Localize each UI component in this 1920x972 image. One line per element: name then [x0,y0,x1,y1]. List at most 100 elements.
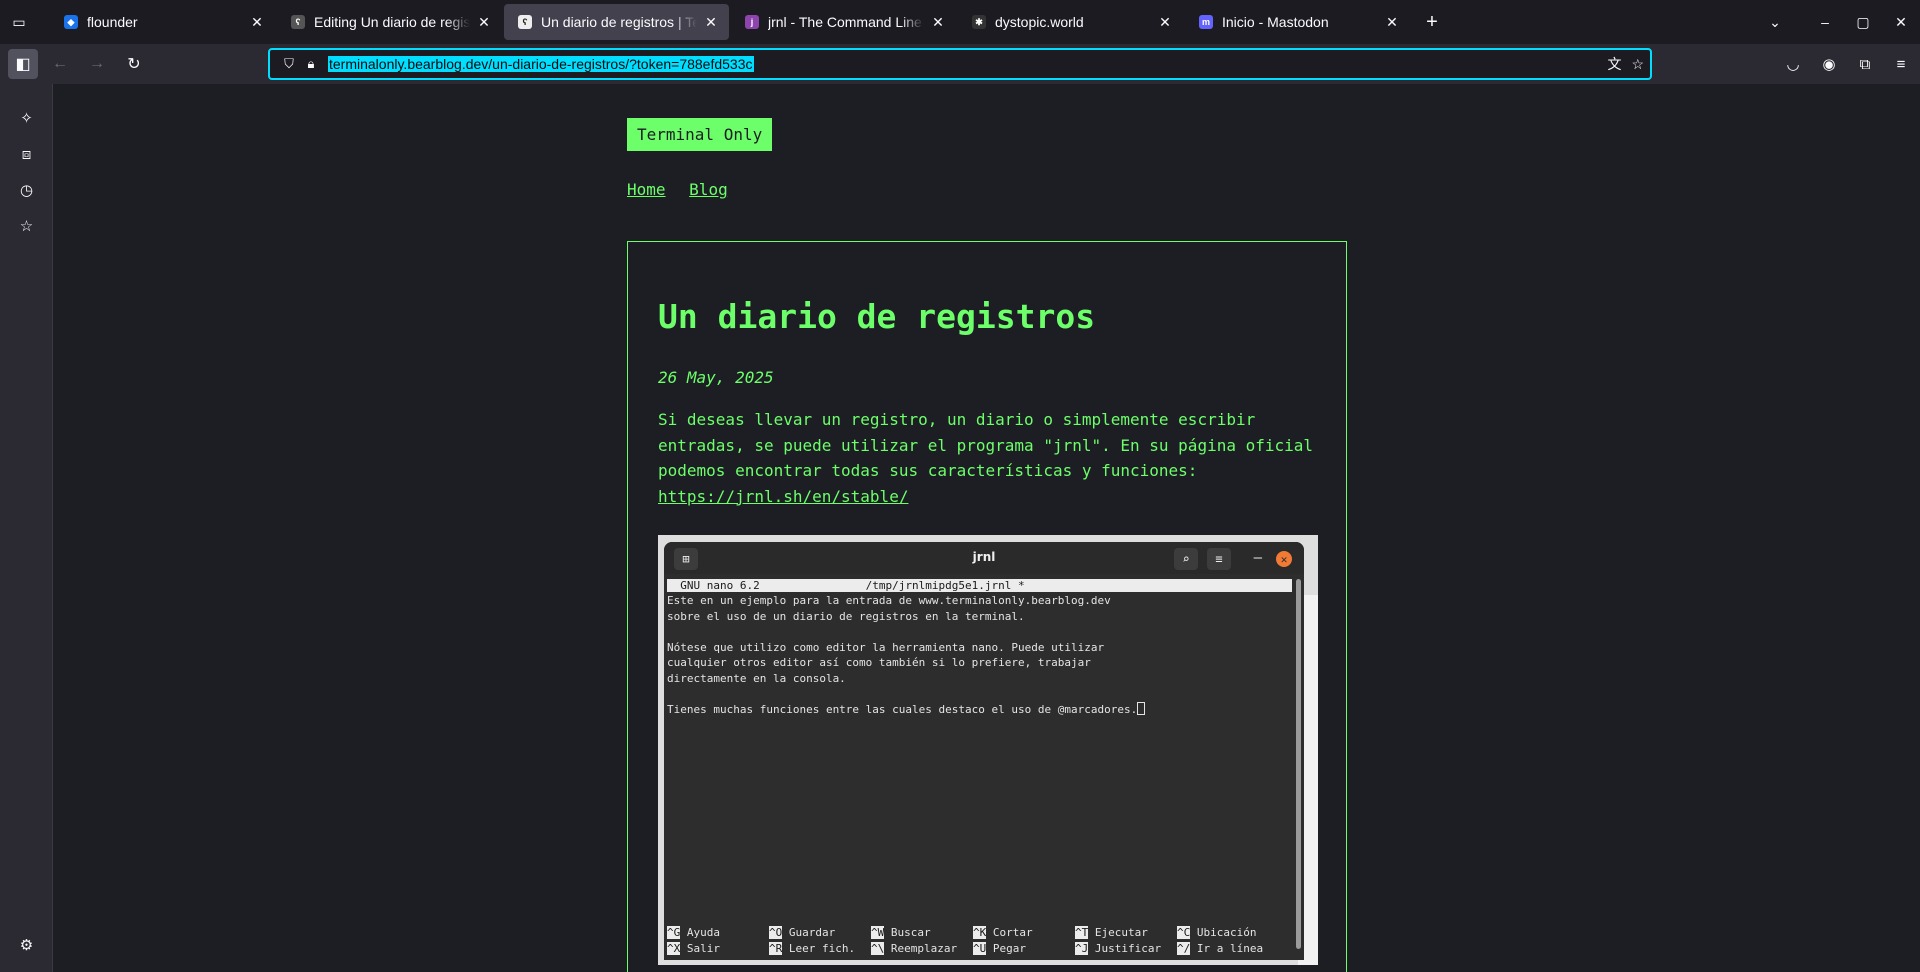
tab-un-diario[interactable]: ʕ Un diario de registros | Terminal Only… [504,4,729,40]
shortcut-label: Leer fich. [788,941,856,955]
nav-link-blog[interactable]: Blog [689,180,728,199]
site-title[interactable]: Terminal Only [627,118,773,151]
minimize-icon[interactable]: – [1806,14,1844,30]
shortcut-key: ^O [769,926,783,939]
shortcut-key: ^W [871,926,885,939]
scrollbar [1296,579,1301,949]
tab-title: flounder [87,14,138,30]
jrnl-icon: j [745,15,759,29]
post-paragraph: Si deseas llevar un registro, un diario … [658,407,1323,509]
shortcut: ^O Guardar [769,925,871,941]
shortcut: ^X Salir [667,941,769,957]
nano-shortcuts: ^G Ayuda ^O Guardar ^W Buscar ^K Cortar … [667,925,1292,956]
new-tab-button[interactable]: + [1416,6,1448,38]
close-icon[interactable]: ✕ [249,14,265,31]
close-window-icon[interactable]: ✕ [1882,14,1920,31]
text-cursor [1137,702,1146,716]
shortcut-row: ^G Ayuda ^O Guardar ^W Buscar ^K Cortar … [667,925,1292,941]
shield-icon[interactable]: ⛉ [278,56,300,72]
shortcut-label: Ayuda [686,926,720,939]
hamburger-icon: ≡ [1207,548,1231,570]
account-icon[interactable]: ◉ [1818,55,1840,73]
fish-icon: ◆ [64,15,78,29]
text-line: directamente en la consola. [667,671,846,685]
tab-list-icon[interactable]: ▭ [0,0,38,44]
post-card: Un diario de registros 26 May, 2025 Si d… [627,241,1347,972]
shortcut-label: Buscar [890,926,931,939]
bookmarks-icon[interactable]: ☆ [0,208,53,244]
mastodon-icon: m [1199,15,1213,29]
shortcut: ^R Leer fich. [769,941,871,957]
sidebar-toggle-icon[interactable]: ◧ [8,49,38,79]
nav-link-home[interactable]: Home [627,180,666,199]
shortcut-key: ^C [1177,926,1191,939]
shortcut-key: ^J [1075,941,1089,955]
star-icon[interactable]: ☆ [1631,56,1644,73]
tab-dystopic[interactable]: ✱ dystopic.world ✕ [958,4,1183,40]
site-nav: Home Blog [627,180,742,199]
shortcut-label: Ir a línea [1196,941,1264,955]
dystopic-icon: ✱ [972,15,986,29]
shortcut-label: Justificar [1094,941,1162,955]
text-line: Nótese que utilizo como editor la herram… [667,640,1105,654]
synced-tabs-icon[interactable]: ⧈ [0,136,53,172]
url-text[interactable]: terminalonly.bearblog.dev/un-diario-de-r… [328,56,754,72]
shortcut: ^W Buscar [871,925,973,941]
url-bar[interactable]: ⛉ 🔒︎ terminalonly.bearblog.dev/un-diario… [268,48,1652,80]
close-icon[interactable]: ✕ [476,14,492,31]
shortcut: ^/ Ir a línea [1177,941,1279,957]
translate-icon[interactable]: 文 [1607,54,1621,74]
tab-editing[interactable]: ʕ Editing Un diario de registros ✕ [277,4,502,40]
text-line: Este en un ejemplo para la entrada de ww… [667,594,1111,607]
forward-arrow-icon[interactable]: → [82,49,112,79]
terminal-window: ⊞ jrnl ⌕ ≡ – ✕ GNU nano 6.2 /tmp/jrnlmip… [664,542,1304,960]
nano-header: GNU nano 6.2 /tmp/jrnlmipdg5e1.jrnl * [667,579,1292,592]
history-icon[interactable]: ◷ [0,172,53,208]
shortcut-key: ^T [1075,926,1089,939]
sidebar: ✧ ⧈ ◷ ☆ ⚙ [0,84,53,972]
shortcut-label: Cortar [992,926,1033,939]
shortcut: ^C Ubicación [1177,925,1279,941]
shortcut: ^J Justificar [1075,941,1177,957]
page-content: Terminal Only Home Blog Un diario de reg… [53,84,1920,972]
search-icon: ⌕ [1174,548,1198,570]
tab-strip: ▭ ◆ flounder ✕ ʕ Editing Un diario de re… [0,0,1920,44]
post-link[interactable]: https://jrnl.sh/en/stable/ [658,487,908,506]
close-icon[interactable]: ✕ [1384,14,1400,31]
tab-title: Un diario de registros | Terminal Only [541,14,697,30]
shortcut-label: Ejecutar [1094,926,1148,939]
post-screenshot: ⊞ jrnl ⌕ ≡ – ✕ GNU nano 6.2 /tmp/jrnlmip… [658,535,1318,965]
text-line: Tienes muchas funciones entre las cuales… [667,703,1138,717]
post-date: 26 May, 2025 [658,368,774,387]
settings-gear-icon[interactable]: ⚙ [0,930,53,960]
post-text: Si deseas llevar un registro, un diario … [658,410,1314,480]
reload-icon[interactable]: ↻ [119,49,149,79]
post-title: Un diario de registros [658,297,1096,336]
shortcut: ^K Cortar [973,925,1075,941]
shortcut: ^U Pegar [973,941,1075,957]
close-icon: ✕ [1276,551,1292,567]
tab-title: Inicio - Mastodon [1222,14,1329,30]
close-icon[interactable]: ✕ [930,14,946,31]
nano-text: Este en un ejemplo para la entrada de ww… [667,593,1292,718]
pocket-icon[interactable]: ◡ [1782,55,1804,73]
lock-icon[interactable]: 🔒︎ [300,56,322,72]
shortcut-key: ^\ [871,941,885,955]
extensions-icon[interactable]: ⧉ [1854,56,1876,73]
maximize-icon[interactable]: ▢ [1844,14,1882,31]
chevron-down-icon[interactable]: ⌄ [1756,14,1794,31]
back-arrow-icon[interactable]: ← [45,49,75,79]
ai-chat-icon[interactable]: ✧ [0,100,53,136]
tab-flounder[interactable]: ◆ flounder ✕ [50,4,275,40]
text-line [667,687,1292,703]
tab-title: jrnl - The Command Line Journal [768,14,924,30]
shortcut: ^G Ayuda [667,925,769,941]
close-icon[interactable]: ✕ [703,14,719,31]
tab-mastodon[interactable]: m Inicio - Mastodon ✕ [1185,4,1410,40]
close-icon[interactable]: ✕ [1157,14,1173,31]
menu-icon[interactable]: ≡ [1890,56,1912,73]
shortcut-label: Reemplazar [890,941,958,955]
tab-jrnl[interactable]: j jrnl - The Command Line Journal ✕ [731,4,956,40]
shortcut-row: ^X Salir ^R Leer fich. ^\ Reemplazar ^U … [667,941,1292,957]
shortcut: ^\ Reemplazar [871,941,973,957]
